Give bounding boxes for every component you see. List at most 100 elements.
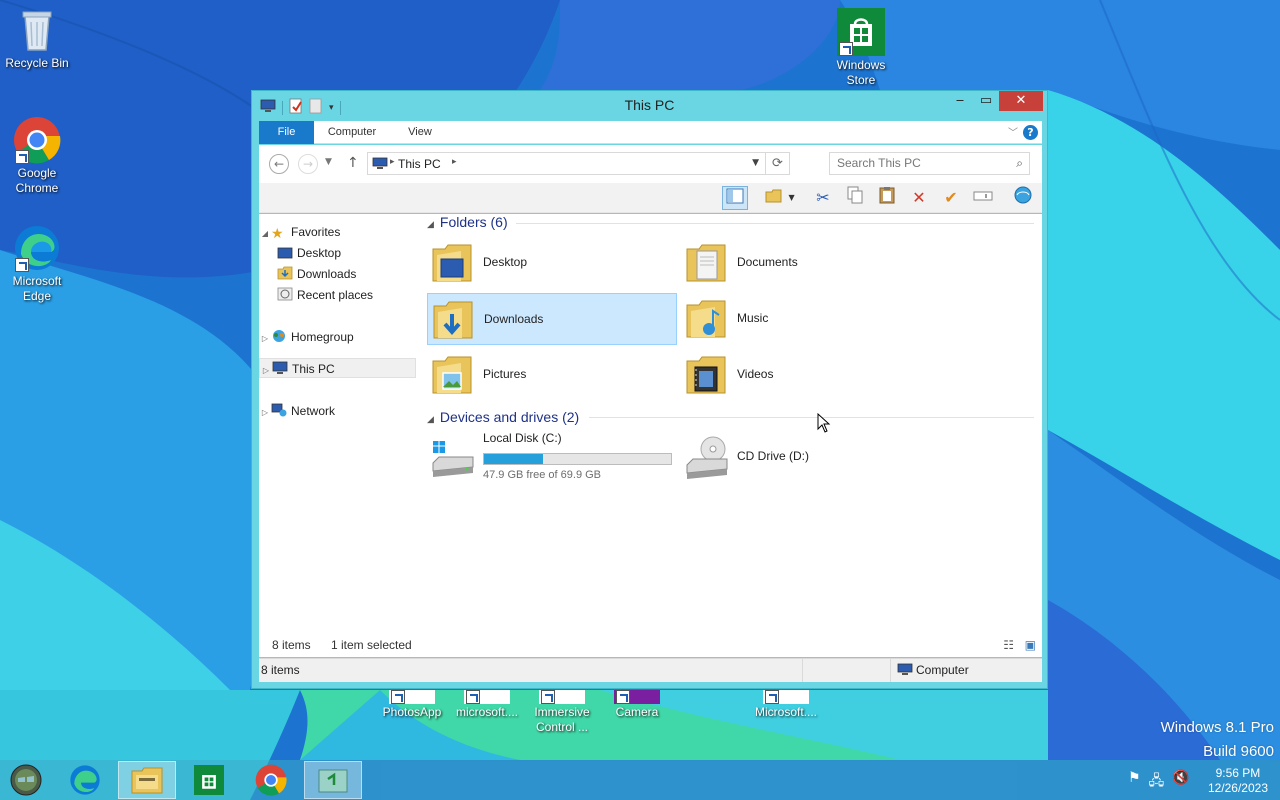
nav-homegroup[interactable]: ▷ Homegroup	[259, 327, 354, 347]
folder-label: Documents	[737, 255, 798, 269]
desktop-icon-windows-store[interactable]: Windows Store	[823, 8, 899, 88]
preview-pane-button[interactable]	[722, 186, 748, 210]
shortcut-arrow-icon	[15, 150, 29, 164]
desktop-icon-microsoft-edge[interactable]: Microsoft Edge	[0, 224, 75, 304]
close-button[interactable]: ✕	[999, 91, 1043, 111]
expand-arrow-icon[interactable]: ▷	[259, 329, 271, 349]
details-location: Computer	[916, 663, 969, 677]
collapse-arrow-icon[interactable]: ◢	[427, 414, 434, 424]
cut-icon[interactable]: ✂	[810, 186, 836, 210]
store-icon	[837, 8, 885, 56]
help-icon[interactable]: ?	[1023, 125, 1038, 140]
search-input[interactable]: Search This PC ⌕	[829, 152, 1030, 175]
camera-icon	[614, 690, 660, 704]
details-view-icon[interactable]: ☷	[1003, 638, 1014, 652]
desktop-icon-camera[interactable]: Camera	[604, 690, 670, 720]
taskbar-clock[interactable]: 9:56 PM 12/26/2023	[1208, 766, 1268, 796]
folder-label: Pictures	[483, 367, 527, 381]
up-button[interactable]: ↑	[347, 155, 359, 171]
minimize-button[interactable]: ‒	[947, 91, 973, 111]
group-header-folders[interactable]: ◢ Folders (6)	[427, 214, 508, 230]
volume-muted-icon[interactable]: 🔇	[1172, 770, 1189, 794]
command-toolbar: ▼ ✂ ✕ ✔	[259, 183, 1042, 213]
drive-tile-cd-drive[interactable]: CD Drive (D:)	[681, 431, 931, 483]
maximize-button[interactable]: ▭	[973, 91, 999, 111]
desktop-icon-label: Microsoft....	[754, 705, 817, 719]
collapse-arrow-icon[interactable]: ◢	[427, 219, 434, 229]
mouse-cursor	[817, 413, 831, 433]
navigation-bar: ← → ▼ ↑ ▸ This PC ▸ ▼ ⟳ Search This PC ⌕	[259, 145, 1042, 183]
desktop-icon-google-chrome[interactable]: Google Chrome	[0, 116, 75, 196]
taskbar-app-window[interactable]	[304, 761, 362, 799]
title-bar[interactable]: ▾ This PC ‒ ▭ ✕	[252, 91, 1047, 119]
nav-desktop[interactable]: Desktop	[277, 243, 341, 263]
tab-file[interactable]: File	[259, 121, 314, 144]
ribbon-tabs: File Computer View ﹀ ?	[259, 121, 1042, 144]
nav-recent-places[interactable]: Recent places	[277, 285, 373, 305]
cd-drive-icon	[685, 435, 729, 479]
desktop-icon-label: Windows Store	[836, 58, 886, 87]
folder-tile-desktop[interactable]: Desktop	[427, 237, 677, 289]
nav-network-label: Network	[291, 404, 336, 418]
action-center-flag-icon[interactable]: ⚑	[1128, 770, 1141, 794]
taskbar-file-explorer[interactable]	[118, 761, 176, 799]
desktop-folder-icon	[431, 241, 475, 285]
properties-button-icon[interactable]	[1010, 186, 1036, 210]
nav-desktop-label: Desktop	[297, 246, 342, 260]
details-bar: 8 items Computer	[259, 658, 1042, 682]
control-panel-icon	[539, 690, 585, 704]
desktop-icon-microsoft-2[interactable]: Microsoft....	[750, 690, 822, 720]
taskbar-store[interactable]	[180, 761, 238, 799]
desktop-icon-recycle-bin[interactable]: Recycle Bin	[0, 6, 75, 71]
tab-view[interactable]: View	[399, 121, 441, 144]
rename-check-icon[interactable]: ✔	[938, 186, 964, 210]
address-bar[interactable]: ▸ This PC ▸ ▼ ⟳	[367, 152, 790, 175]
refresh-icon[interactable]: ⟳	[765, 153, 789, 174]
desktop-icon-microsoft-1[interactable]: microsoft....	[452, 690, 522, 720]
app-icon	[763, 690, 809, 704]
drive-tile-local-disk[interactable]: Local Disk (C:) 47.9 GB free of 69.9 GB	[427, 431, 677, 483]
local-disk-icon	[431, 435, 475, 479]
recycle-bin-icon	[13, 6, 61, 54]
breadcrumb-chevron-icon[interactable]: ▸	[390, 157, 395, 167]
folder-tile-documents[interactable]: Documents	[681, 237, 931, 289]
organize-button[interactable]: ▼	[762, 186, 798, 210]
tab-computer[interactable]: Computer	[321, 121, 383, 144]
copy-icon[interactable]	[842, 186, 868, 210]
ribbon-expand-icon[interactable]: ﹀	[1008, 124, 1018, 139]
back-button[interactable]: ←	[269, 154, 289, 174]
desktop-icon-label: microsoft....	[455, 705, 518, 719]
photos-app-icon	[389, 690, 435, 704]
taskbar-edge[interactable]	[56, 761, 114, 799]
taskbar-chrome[interactable]	[242, 761, 300, 799]
recent-locations-icon[interactable]: ▼	[325, 157, 332, 167]
folder-label: Music	[737, 311, 769, 325]
delete-icon[interactable]: ✕	[906, 186, 932, 210]
forward-button[interactable]: →	[298, 154, 318, 174]
start-button[interactable]	[0, 761, 52, 799]
large-icons-view-icon[interactable]: ▣	[1025, 638, 1036, 652]
address-dropdown-icon[interactable]: ▼	[752, 158, 759, 168]
status-item-count: 8 items	[272, 638, 311, 652]
folder-tile-downloads[interactable]: Downloads	[427, 293, 677, 345]
expand-arrow-icon[interactable]: ▷	[259, 403, 271, 423]
rename-icon[interactable]	[970, 186, 996, 210]
folder-tile-music[interactable]: Music	[681, 293, 931, 345]
nav-this-pc[interactable]: ▷ This PC	[259, 358, 416, 378]
nav-favorites[interactable]: ◢ ★ Favorites	[259, 222, 340, 242]
expand-arrow-icon[interactable]: ◢	[259, 224, 271, 244]
app-icon	[464, 690, 510, 704]
desktop-icon-photosapp[interactable]: PhotosApp	[379, 690, 445, 720]
folder-tile-pictures[interactable]: Pictures	[427, 349, 677, 401]
nav-downloads[interactable]: Downloads	[277, 264, 356, 284]
breadcrumb-this-pc[interactable]: This PC	[398, 157, 441, 171]
folder-tile-videos[interactable]: Videos	[681, 349, 931, 401]
nav-network[interactable]: ▷ Network	[259, 401, 335, 421]
group-header-devices[interactable]: ◢ Devices and drives (2)	[427, 409, 579, 425]
windows-watermark: Windows 8.1 Pro Build 9600	[1161, 716, 1274, 764]
paste-icon[interactable]	[874, 186, 900, 210]
expand-arrow-icon[interactable]: ▷	[260, 361, 272, 381]
desktop-icon-immersive-control[interactable]: Immersive Control ...	[526, 690, 598, 735]
network-tray-icon[interactable]: 🖧	[1149, 770, 1165, 794]
breadcrumb-chevron-icon[interactable]: ▸	[452, 157, 457, 167]
